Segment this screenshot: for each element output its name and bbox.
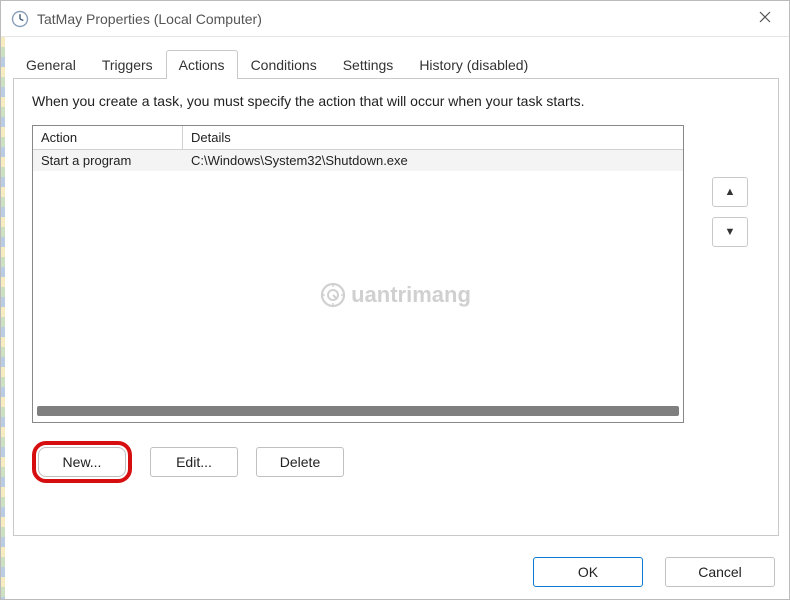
annotation-highlight: New... — [32, 441, 132, 483]
tab-actions[interactable]: Actions — [166, 50, 238, 79]
list-item[interactable]: Start a program C:\Windows\System32\Shut… — [33, 150, 683, 171]
tab-label: Triggers — [102, 57, 153, 73]
tab-general[interactable]: General — [13, 50, 89, 79]
edit-button[interactable]: Edit... — [150, 447, 238, 477]
tab-conditions[interactable]: Conditions — [238, 50, 330, 79]
horizontal-scrollbar[interactable] — [37, 406, 679, 416]
move-down-button[interactable]: ▼ — [712, 217, 748, 247]
chevron-up-icon: ▲ — [725, 186, 736, 198]
actions-tab-page: When you create a task, you must specify… — [13, 78, 779, 536]
dialog-footer: OK Cancel — [533, 557, 775, 587]
window-title: TatMay Properties (Local Computer) — [37, 11, 751, 27]
actions-list-area: Action Details Start a program C:\Window… — [32, 125, 760, 423]
tab-settings[interactable]: Settings — [330, 50, 407, 79]
tab-label: General — [26, 57, 76, 73]
tab-triggers[interactable]: Triggers — [89, 50, 166, 79]
tab-label: History (disabled) — [419, 57, 528, 73]
new-button[interactable]: New... — [38, 447, 126, 477]
tab-label: Actions — [179, 57, 225, 73]
close-icon — [759, 10, 771, 28]
task-scheduler-icon — [11, 10, 29, 28]
actions-list-header: Action Details — [33, 126, 683, 150]
tab-label: Settings — [343, 57, 394, 73]
column-header-details[interactable]: Details — [183, 126, 683, 149]
instruction-text: When you create a task, you must specify… — [32, 93, 760, 109]
cell-details: C:\Windows\System32\Shutdown.exe — [183, 150, 683, 171]
ok-button[interactable]: OK — [533, 557, 643, 587]
reorder-buttons: ▲ ▼ — [712, 177, 748, 247]
column-header-action[interactable]: Action — [33, 126, 183, 149]
close-button[interactable] — [751, 5, 779, 33]
action-buttons-row: New... Edit... Delete — [32, 441, 760, 483]
tab-strip: General Triggers Actions Conditions Sett… — [13, 45, 779, 79]
tab-label: Conditions — [251, 57, 317, 73]
move-up-button[interactable]: ▲ — [712, 177, 748, 207]
chevron-down-icon: ▼ — [725, 226, 736, 238]
task-properties-dialog: TatMay Properties (Local Computer) Gener… — [0, 0, 790, 600]
dialog-body: General Triggers Actions Conditions Sett… — [13, 45, 779, 587]
actions-list[interactable]: Action Details Start a program C:\Window… — [32, 125, 684, 423]
delete-button[interactable]: Delete — [256, 447, 344, 477]
window-edge-stripe — [1, 37, 5, 599]
cell-action: Start a program — [33, 150, 183, 171]
titlebar: TatMay Properties (Local Computer) — [1, 1, 789, 37]
tab-history[interactable]: History (disabled) — [406, 50, 541, 79]
cancel-button[interactable]: Cancel — [665, 557, 775, 587]
